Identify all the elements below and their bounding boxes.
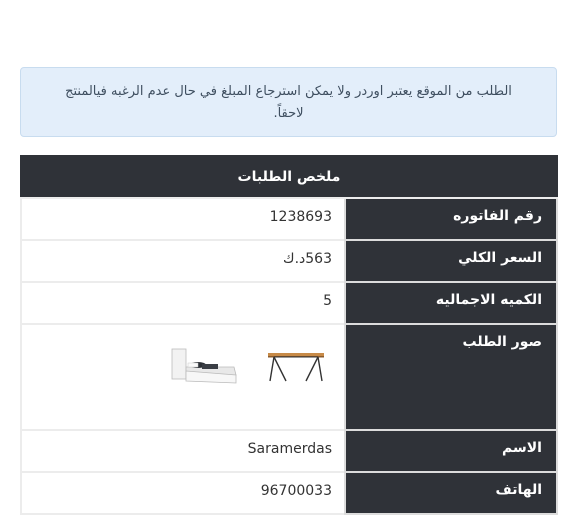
- table-row-invoice: رقم الفاتوره 1238693: [20, 197, 558, 241]
- order-images-list: [22, 325, 344, 391]
- refund-notice: الطلب من الموقع يعتبر اوردر ولا يمكن است…: [20, 67, 557, 137]
- phone-label: الهاتف: [344, 471, 558, 515]
- total-price-label: السعر الكلي: [344, 239, 558, 283]
- bed-image[interactable]: [168, 345, 240, 391]
- invoice-number-label: رقم الفاتوره: [344, 197, 558, 241]
- order-summary-table: ملخص الطلبات رقم الفاتوره 1238693 السعر …: [20, 155, 558, 515]
- table-row-total-price: السعر الكلي 563د.ك: [20, 239, 558, 283]
- summary-header-row: ملخص الطلبات: [20, 155, 558, 199]
- order-images-label: صور الطلب: [344, 323, 558, 431]
- summary-title: ملخص الطلبات: [20, 155, 558, 199]
- total-quantity-value: 5: [20, 281, 346, 325]
- table-image[interactable]: [260, 345, 332, 391]
- order-images-value: [20, 323, 346, 431]
- table-row-quantity: الكميه الاجماليه 5: [20, 281, 558, 325]
- table-row-phone: الهاتف 96700033: [20, 471, 558, 515]
- name-label: الاسم: [344, 429, 558, 473]
- total-quantity-label: الكميه الاجماليه: [344, 281, 558, 325]
- phone-value: 96700033: [20, 471, 346, 515]
- total-price-value: 563د.ك: [20, 239, 346, 283]
- table-row-order-images: صور الطلب: [20, 323, 558, 431]
- table-row-name: الاسم Saramerdas: [20, 429, 558, 473]
- invoice-number-value: 1238693: [20, 197, 346, 241]
- refund-notice-text: الطلب من الموقع يعتبر اوردر ولا يمكن است…: [65, 84, 512, 121]
- name-value: Saramerdas: [20, 429, 346, 473]
